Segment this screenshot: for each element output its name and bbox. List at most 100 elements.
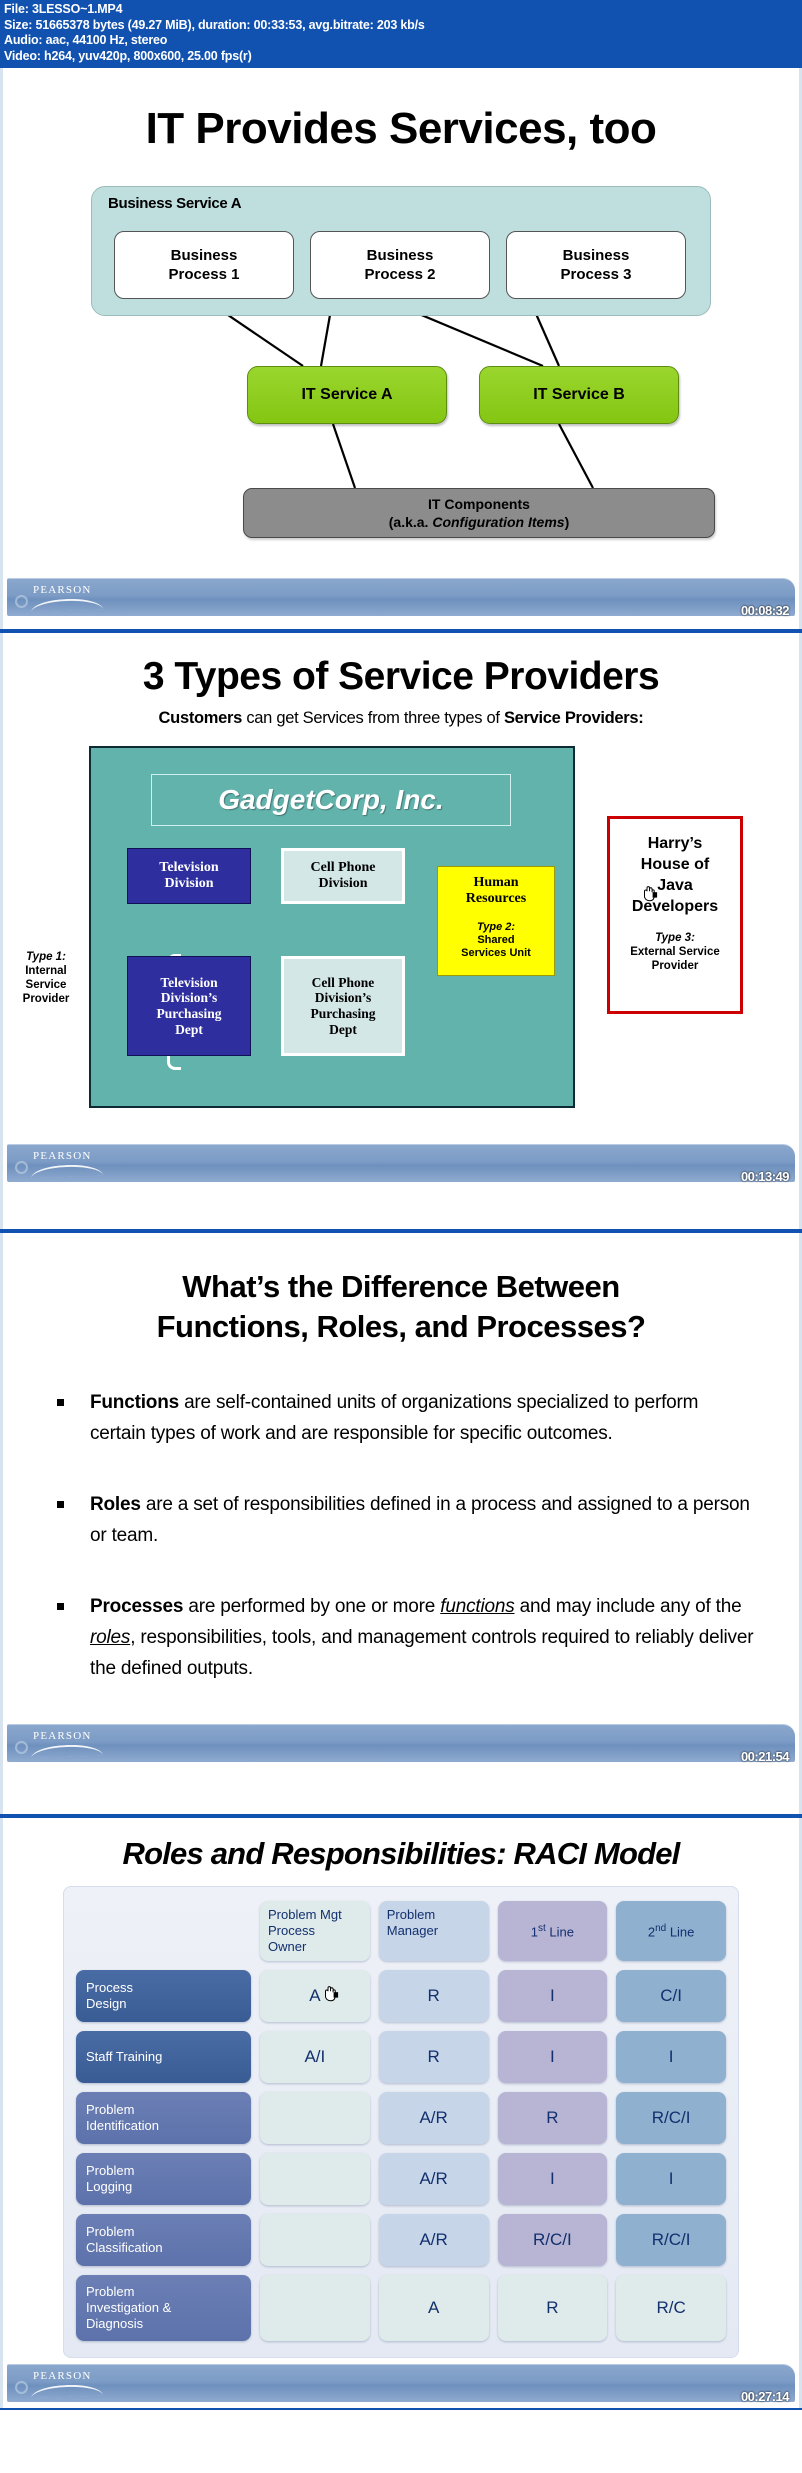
- it-components-line1: IT Components: [428, 496, 530, 512]
- row-label-problem-logging: Problem Logging: [76, 2153, 251, 2205]
- cell-phone-division-box: Cell Phone Division: [281, 848, 405, 904]
- cell-r5c1: A: [378, 2275, 489, 2341]
- pearson-dot-icon: [15, 1161, 28, 1174]
- row3-l1: Problem: [86, 2163, 135, 2178]
- table-row: Process Design A R I C/I: [76, 1970, 726, 2022]
- cell-r0c3-text: C/I: [660, 1986, 682, 2005]
- page-title: 3 Types of Service Providers: [142, 655, 660, 698]
- cell-r2c1-text: A/R: [419, 2108, 448, 2127]
- it-components-italic: Configuration Items: [432, 514, 565, 530]
- row3-label-text: Problem Logging: [86, 2163, 134, 2195]
- table-header-row: Problem Mgt Process Owner Problem Manage…: [76, 1901, 726, 1961]
- col2-text: 1st Line: [531, 1921, 574, 1940]
- cell-r3c1: A/R: [378, 2153, 489, 2205]
- tvp-l3: Purchasing: [156, 1006, 222, 1021]
- col3-num: 2: [647, 1924, 656, 1940]
- cell-r0c0-text: A: [309, 1986, 321, 2005]
- col2-num: 1: [530, 1924, 538, 1940]
- bullet-term-processes: Processes: [90, 1596, 184, 1617]
- col0-l1: Problem Mgt: [268, 1907, 342, 1922]
- harry-l2: House of: [640, 856, 710, 873]
- slide1-timestamp: 00:08:32: [740, 603, 790, 618]
- cpp-l3: Purchasing: [310, 1006, 376, 1021]
- type2-l2: Services Unit: [461, 947, 531, 960]
- business-process-3-label: Business Process 3: [561, 246, 632, 284]
- harrys-name-label: Harry’s House of Java Developers: [632, 833, 718, 917]
- type3-l2: Provider: [651, 960, 699, 972]
- slide-raci-model: Roles and Responsibilities: RACI Model P…: [0, 1816, 802, 2410]
- business-process-1-label: Business Process 1: [169, 246, 240, 284]
- video-thumbnail-sheet: File: 3LESSO~1.MP4 Size: 51665378 bytes …: [0, 0, 802, 2410]
- cp-div-l2: Division: [318, 876, 368, 891]
- cell-r4c2-text: R/C/I: [533, 2230, 572, 2249]
- title-line-1: What’s the Difference Between: [182, 1269, 620, 1304]
- business-service-a-container: Business Service A Business Process 1 Bu…: [91, 186, 711, 316]
- slide1-footer-bar: PEARSON 00:08:32: [7, 578, 795, 618]
- pearson-swoosh-icon: [30, 1163, 104, 1179]
- col0-l2: Process: [268, 1923, 315, 1938]
- bullet-text: Roles are a set of responsibilities defi…: [90, 1489, 755, 1551]
- cell-r1c1: R: [378, 2031, 489, 2083]
- row0-l2: Design: [86, 1996, 127, 2011]
- pearson-swoosh-icon: [30, 1743, 104, 1759]
- table-row: Problem Investigation & Diagnosis A R R/…: [76, 2275, 726, 2341]
- cell-r3c2-text: I: [550, 2169, 555, 2188]
- bp3-line1: Business: [562, 247, 630, 264]
- cell-r0c3: C/I: [616, 1970, 726, 2022]
- bullet-body-functions: are self-contained units of organization…: [90, 1392, 699, 1444]
- column-header-first-line: 1st Line: [497, 1901, 608, 1961]
- cell-r3c0: [260, 2153, 370, 2205]
- row-label-problem-identification: Problem Identification: [76, 2092, 251, 2144]
- cell-r4c1-text: A/R: [419, 2230, 448, 2249]
- list-item: Functions are self-contained units of or…: [47, 1387, 755, 1449]
- slide4-footer-bar: PEARSON 00:27:14: [7, 2364, 795, 2404]
- bullet-body-c: , responsibilities, tools, and managemen…: [90, 1627, 754, 1679]
- type1-label: Type 1:: [26, 951, 66, 963]
- media-info-video: Video: h264, yuv420p, 800x600, 25.00 fps…: [4, 48, 252, 63]
- row5-label-text: Problem Investigation & Diagnosis: [86, 2284, 171, 2332]
- human-resources-label: Human Resources: [466, 875, 526, 907]
- bullet-term-roles: Roles: [90, 1494, 141, 1515]
- business-process-2-label: Business Process 2: [365, 246, 436, 284]
- cell-r1c2: I: [497, 2031, 608, 2083]
- cell-r4c0: [260, 2214, 370, 2266]
- business-process-2-box: Business Process 2: [310, 231, 490, 299]
- pearson-logo-text: PEARSON: [33, 584, 92, 596]
- bp1-line1: Business: [170, 247, 238, 264]
- row3-l2: Logging: [86, 2179, 133, 2194]
- cell-r0c0: A: [260, 1970, 370, 2022]
- type2-l1: Shared: [477, 934, 515, 947]
- slide3-footer-bar: PEARSON 00:21:54: [7, 1724, 795, 1764]
- bullet-body-b: and may include any of the: [514, 1596, 742, 1617]
- cell-r1c0-text: A/I: [304, 2047, 326, 2066]
- row4-label-text: Problem Classification: [86, 2224, 163, 2256]
- cell-r0c1: R: [378, 1970, 489, 2022]
- tvp-l2: Division’s: [160, 990, 218, 1006]
- row1-l1: Staff Training: [86, 2049, 163, 2064]
- cp-div-l1: Cell Phone: [310, 859, 376, 875]
- cell-r1c2-text: I: [550, 2047, 555, 2066]
- harry-l1: Harry’s: [647, 835, 703, 852]
- slide-it-provides-services: IT Provides Services, too Business Servi…: [0, 66, 802, 631]
- cell-r1c3-text: I: [668, 2047, 674, 2066]
- row4-l1: Problem: [86, 2224, 135, 2239]
- row0-l1: Process: [86, 1980, 133, 1995]
- page-title: Roles and Responsibilities: RACI Model: [122, 1836, 681, 1871]
- cpp-l4: Dept: [329, 1021, 357, 1037]
- cell-r3c2: I: [497, 2153, 608, 2205]
- col2-sup: st: [538, 1923, 546, 1935]
- pearson-dot-icon: [15, 1741, 28, 1754]
- business-process-3-box: Business Process 3: [506, 231, 686, 299]
- col3-rest: Line: [666, 1924, 695, 1940]
- business-process-1-box: Business Process 1: [114, 231, 294, 299]
- type3-l1: External Service: [630, 946, 720, 958]
- cell-r4c3-text: R/C/I: [651, 2230, 691, 2249]
- cell-r2c2-text: R: [546, 2108, 559, 2127]
- harry-l3: Java: [657, 877, 693, 894]
- cell-r1c0: A/I: [260, 2031, 370, 2083]
- title-line-2: Functions, Roles, and Processes?: [156, 1309, 646, 1344]
- pearson-swoosh-icon: [30, 2383, 104, 2399]
- hr-l2: Resources: [465, 891, 527, 907]
- it-service-a-label: IT Service A: [301, 386, 393, 403]
- television-purchasing-dept-box: Television Division’s Purchasing Dept: [127, 956, 251, 1056]
